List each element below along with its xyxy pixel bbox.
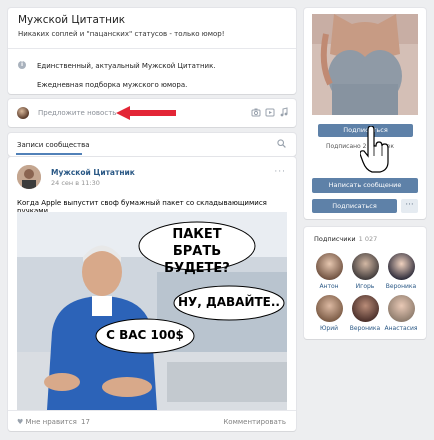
send-message-button[interactable]: Написать сообщение xyxy=(312,178,418,193)
subscriber-name: Антон xyxy=(319,283,339,290)
subscriber-item[interactable]: Вероника xyxy=(384,253,418,290)
tab-active-indicator xyxy=(16,153,82,155)
subscriber-name: Анастасия xyxy=(384,325,418,332)
subscriber-item[interactable]: Игорь xyxy=(348,253,382,290)
subscriber-name: Юрий xyxy=(319,325,339,332)
wall-post: Мужской Цитатник 24 сен в 11:30 ··· Когд… xyxy=(8,157,296,431)
subscribers-card: Подписчики 1 027 Антон Игорь Вероника Юри… xyxy=(304,227,426,339)
more-actions-button[interactable]: ··· xyxy=(401,199,418,213)
speech-bubble-1-text: ПАКЕТ БРАТЬ БУДЕТЕ? xyxy=(164,227,230,276)
community-cover-card: Подписаться Подписано 2 человек Написать… xyxy=(304,8,426,219)
avatar xyxy=(315,295,343,322)
like-count: 17 xyxy=(81,418,90,426)
divider xyxy=(8,410,296,411)
community-status: Никаких соплей и "пацанских" статусов - … xyxy=(18,30,225,38)
search-icon[interactable] xyxy=(277,139,286,148)
community-title: Мужской Цитатник xyxy=(18,14,126,26)
post-author-avatar[interactable] xyxy=(17,165,41,189)
music-icon[interactable] xyxy=(279,107,289,117)
red-arrow-icon xyxy=(116,106,176,120)
wall-tabs: Записи сообщества xyxy=(8,133,296,156)
speech-bubble-2-text: НУ, ДАВАЙТЕ.. xyxy=(178,295,280,309)
subscribers-count: 1 027 xyxy=(358,235,378,243)
hand-cursor-icon xyxy=(360,126,389,173)
community-header: Мужской Цитатник Никаких соплей и "пацан… xyxy=(8,8,296,94)
camera-icon[interactable] xyxy=(251,107,261,117)
avatar xyxy=(315,253,343,280)
suggest-news-input[interactable]: Предложите новость xyxy=(38,109,116,117)
subscribers-title-label: Подписчики xyxy=(314,235,356,243)
speech-bubble-3-text: С ВАС 100$ xyxy=(106,328,184,342)
post-image[interactable]: ПАКЕТ БРАТЬ БУДЕТЕ? НУ, ДАВАЙТЕ.. С ВАС … xyxy=(17,212,287,410)
subscriber-name: Игорь xyxy=(355,283,375,290)
subscriber-item[interactable]: Вероника xyxy=(348,295,382,332)
subscriber-item[interactable]: Анастасия xyxy=(384,295,418,332)
post-author[interactable]: Мужской Цитатник xyxy=(51,168,135,177)
subscriber-item[interactable]: Антон xyxy=(312,253,346,290)
heart-icon: ♥ xyxy=(17,418,24,426)
comment-button[interactable]: Комментировать xyxy=(223,418,286,426)
info-icon: i xyxy=(18,61,26,69)
post-menu-icon[interactable]: ··· xyxy=(274,167,286,177)
suggest-news-box[interactable]: Предложите новость xyxy=(8,99,296,127)
subscribe-button[interactable]: Подписаться xyxy=(312,199,397,213)
subscriber-name: Вероника xyxy=(349,325,381,332)
subscriber-name: Вероника xyxy=(385,283,417,290)
community-description-2: Ежедневная подборка мужского юмора. xyxy=(37,81,188,89)
community-cover-image[interactable] xyxy=(312,14,418,115)
avatar xyxy=(351,295,379,322)
avatar xyxy=(351,253,379,280)
like-label: Мне нравится xyxy=(25,418,77,426)
community-description: Единственный, актуальный Мужской Цитатни… xyxy=(37,62,216,70)
avatar xyxy=(17,107,29,119)
like-button[interactable]: ♥ Мне нравится 17 xyxy=(17,418,90,426)
post-date[interactable]: 24 сен в 11:30 xyxy=(51,179,100,187)
avatar xyxy=(387,253,415,280)
subscribers-title[interactable]: Подписчики 1 027 xyxy=(314,235,377,243)
avatar xyxy=(387,295,415,322)
tab-community-posts[interactable]: Записи сообщества xyxy=(17,141,90,149)
video-icon[interactable] xyxy=(265,107,275,117)
divider xyxy=(8,48,296,49)
subscriber-item[interactable]: Юрий xyxy=(312,295,346,332)
